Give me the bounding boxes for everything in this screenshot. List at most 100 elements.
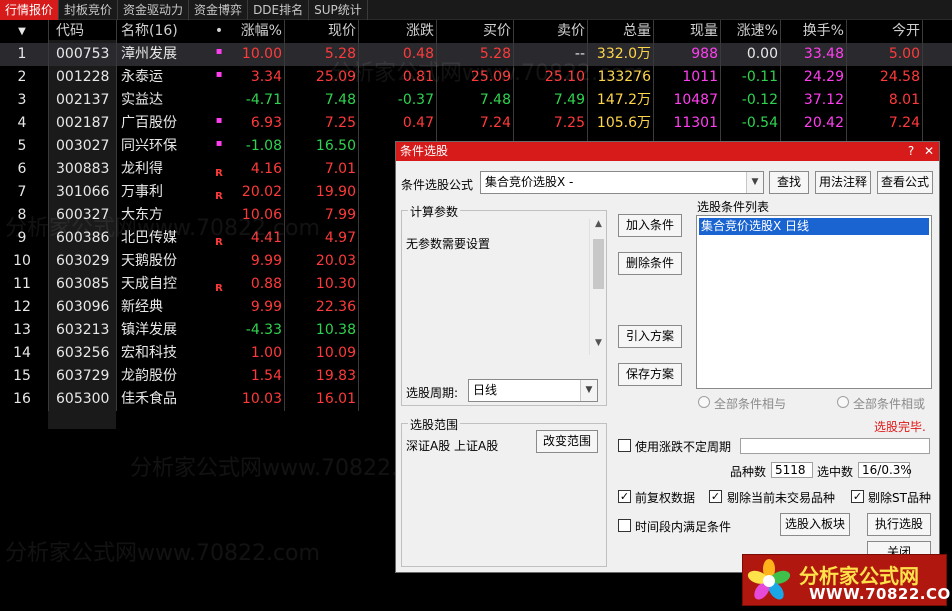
to-block-button[interactable]: 选股入板块 — [780, 513, 850, 536]
chevron-down-icon[interactable]: ▼ — [746, 172, 763, 193]
change-percent: 0.88 — [250, 276, 282, 292]
run-screening-button[interactable]: 执行选股 — [867, 513, 931, 536]
column-divider — [116, 20, 117, 43]
table-header-row: ▼ 代码 名称(16) • 涨幅% 现价 涨跌 买价 卖价 总量 现量 涨速% 换手% 今开 — [0, 20, 952, 43]
find-button[interactable]: 查找 — [769, 171, 809, 194]
change-amount: 0.81 — [402, 69, 434, 85]
exclude-st-checkbox[interactable]: ✓ — [851, 490, 864, 503]
import-plan-button[interactable]: 引入方案 — [618, 325, 682, 348]
column-divider — [780, 112, 781, 135]
tab-0[interactable]: 行情报价 — [0, 0, 60, 20]
speed-percent: 0.00 — [746, 46, 778, 62]
change-percent: -4.33 — [245, 322, 282, 338]
column-divider — [653, 66, 654, 89]
column-divider — [358, 135, 359, 158]
column-header-code[interactable]: 代码 — [52, 20, 114, 43]
column-divider — [513, 43, 514, 66]
row-index: 5 — [17, 138, 27, 154]
current-price: 4.97 — [324, 230, 356, 246]
row-mark — [208, 204, 230, 227]
radio-all-or[interactable] — [837, 396, 849, 408]
conditions-list-label: 选股条件列表 — [697, 200, 770, 214]
scroll-thumb[interactable] — [593, 239, 604, 289]
column-header-xl[interactable]: 现量 — [655, 20, 718, 43]
close-icon[interactable]: ✕ — [921, 142, 937, 161]
column-divider — [284, 342, 285, 365]
column-divider — [48, 20, 49, 43]
chevron-down-icon[interactable]: ▼ — [580, 380, 597, 401]
save-plan-button[interactable]: 保存方案 — [618, 363, 682, 386]
column-header-hs[interactable]: 换手% — [782, 20, 844, 43]
tab-2[interactable]: 资金驱动力 — [118, 0, 190, 20]
current-price: 22.36 — [315, 299, 356, 315]
column-divider — [48, 273, 49, 296]
column-divider — [358, 342, 359, 365]
formula-select[interactable]: 集合竞价选股X - ▼ — [480, 171, 764, 194]
row-index: 15 — [13, 368, 31, 384]
stock-code: 003027 — [56, 138, 110, 154]
selected-field: 16/0.3% — [858, 462, 912, 478]
column-header-xj[interactable]: 现价 — [286, 20, 356, 43]
fq-checkbox[interactable]: ✓ — [618, 490, 631, 503]
tab-1[interactable]: 封板竞价 — [59, 0, 119, 20]
column-header-zl[interactable]: 总量 — [589, 20, 651, 43]
table-row[interactable]: 4 002187 广百股份 ▪ 6.93 7.25 0.47 7.24 7.25 105.6万 11… — [0, 112, 952, 135]
help-icon[interactable]: ? — [903, 142, 919, 161]
column-header-name[interactable]: 名称(16) — [116, 20, 206, 43]
exclude-untraded-checkbox[interactable]: ✓ — [709, 490, 722, 503]
tab-4[interactable]: DDE排名 — [248, 0, 310, 20]
table-row[interactable]: 2 001228 永泰运 ▪ 3.34 25.09 0.81 25.09 25.10 133276… — [0, 66, 952, 89]
stock-code: 603256 — [56, 345, 110, 361]
column-divider — [284, 273, 285, 296]
column-divider — [846, 20, 847, 43]
column-divider — [720, 20, 721, 43]
total-volume: 332.0万 — [596, 46, 651, 62]
row-index: 12 — [13, 299, 31, 315]
usage-button[interactable]: 用法注释 — [815, 171, 871, 194]
change-range-button[interactable]: 改变范围 — [536, 430, 598, 453]
column-divider — [116, 112, 117, 135]
column-header-mc[interactable]: 卖价 — [515, 20, 585, 43]
period-value: 日线 — [473, 383, 498, 397]
current-price: 19.90 — [315, 184, 356, 200]
column-divider — [922, 112, 923, 135]
use-range-checkbox[interactable] — [618, 439, 631, 452]
status-text: 选股完毕. — [874, 420, 926, 434]
column-header-zd[interactable]: 涨跌 — [360, 20, 434, 43]
range-period-field[interactable] — [740, 438, 930, 454]
column-header-jk[interactable]: 今开 — [848, 20, 920, 43]
row-mark — [208, 342, 230, 365]
row-mark — [208, 296, 230, 319]
change-percent: 9.99 — [250, 299, 282, 315]
column-divider — [358, 319, 359, 342]
condition-list-item[interactable]: 集合竞价选股X 日线 — [699, 218, 929, 235]
params-scrollbar[interactable]: ▲ ▼ — [589, 219, 606, 355]
time-range-checkbox[interactable] — [618, 519, 631, 532]
column-divider — [436, 89, 437, 112]
radio-all-and[interactable] — [698, 396, 710, 408]
scroll-up-icon[interactable]: ▲ — [590, 219, 607, 236]
column-divider — [358, 273, 359, 296]
delete-condition-button[interactable]: 删除条件 — [618, 252, 682, 275]
column-divider — [513, 89, 514, 112]
radio-all-or-label: 全部条件相或 — [853, 397, 926, 411]
tab-5[interactable]: SUP统计 — [309, 0, 368, 20]
view-formula-button[interactable]: 查看公式 — [877, 171, 933, 194]
column-divider — [284, 227, 285, 250]
column-header-mr[interactable]: 买价 — [438, 20, 511, 43]
tab-3[interactable]: 资金博弈 — [189, 0, 249, 20]
open-price: 7.24 — [888, 115, 920, 131]
column-header-zf[interactable]: 涨幅% — [230, 20, 282, 43]
dialog-titlebar[interactable]: 条件选股 ? ✕ — [396, 142, 939, 161]
sort-arrow-icon[interactable]: ▼ — [0, 20, 44, 43]
table-row[interactable]: 3 002137 实益达 -4.71 7.48 -0.37 7.48 7.49 147.2万 10… — [0, 89, 952, 112]
conditions-list[interactable]: 集合竞价选股X 日线 — [696, 215, 932, 389]
column-header-mark[interactable]: • — [208, 20, 230, 43]
table-row[interactable]: 1 000753 漳州发展 ▪ 10.00 5.28 0.48 5.28 -- 332.0万 988… — [0, 43, 952, 66]
column-divider — [922, 66, 923, 89]
column-header-zs[interactable]: 涨速% — [722, 20, 778, 43]
change-percent: 20.02 — [241, 184, 282, 200]
scroll-down-icon[interactable]: ▼ — [590, 338, 607, 355]
add-condition-button[interactable]: 加入条件 — [618, 214, 682, 237]
period-select[interactable]: 日线 ▼ — [468, 379, 598, 402]
